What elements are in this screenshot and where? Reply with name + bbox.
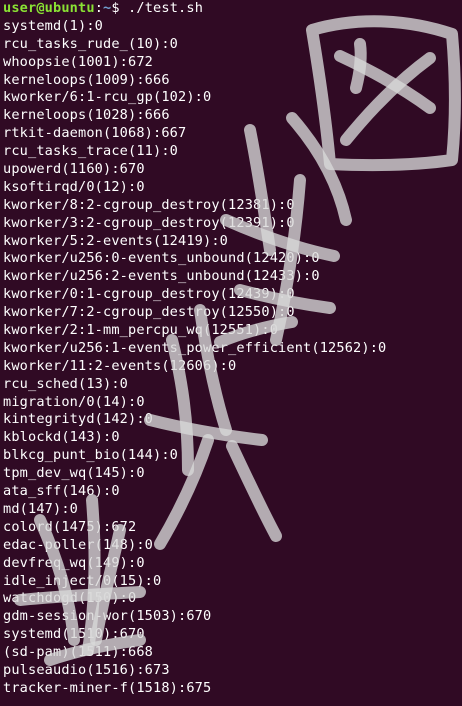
output-line: kworker/2:1-mm_percpu_wq(12551):0 (3, 322, 279, 339)
output-line: rcu_tasks_rude_(10):0 (3, 35, 179, 52)
output-line: tpm_dev_wq(145):0 (3, 465, 145, 482)
output-line: colord(1475):672 (3, 518, 137, 535)
output-line: rcu_sched(13):0 (3, 375, 129, 392)
output-line: migration/0(14):0 (3, 393, 145, 410)
output-line: kworker/6:1-rcu_gp(102):0 (3, 89, 212, 106)
output-line: upowerd(1160):670 (3, 161, 145, 178)
output-line: kworker/5:2-events(12419):0 (3, 232, 229, 249)
output-line: ksoftirqd/0(12):0 (3, 178, 145, 195)
output-line: kworker/7:2-cgroup_destroy(12550):0 (3, 304, 295, 321)
prompt-separator: : (94, 0, 104, 16)
output-line: kworker/3:2-cgroup_destroy(12391):0 (3, 214, 295, 231)
output-line: systemd(1):0 (3, 17, 104, 34)
output-line: kworker/u256:0-events_unbound(12420):0 (3, 250, 320, 267)
terminal-output: user@ubuntu:~$ ./test.sh systemd(1):0 rc… (3, 0, 462, 698)
output-line: pulseaudio(1516):673 (3, 661, 170, 678)
prompt-line: user@ubuntu:~$ ./test.sh (3, 0, 462, 18)
output-line: md(147):0 (3, 500, 79, 517)
prompt-symbol: $ (111, 0, 120, 16)
output-line: kintegrityd(142):0 (3, 411, 154, 428)
output-line: kworker/u256:2-events_unbound(12433):0 (3, 268, 320, 285)
output-line: devfreq_wq(149):0 (3, 554, 145, 571)
command-text: ./test.sh (119, 0, 204, 16)
output-line: kerneloops(1028):666 (3, 107, 170, 124)
output-line: kblockd(143):0 (3, 429, 120, 446)
output-line: kerneloops(1009):666 (3, 71, 170, 88)
output-line: (sd-pam)(1511):668 (3, 644, 154, 661)
output-line: kworker/0:1-cgroup_destroy(12439):0 (3, 286, 295, 303)
output-line: kworker/u256:1-events_power_efficient(12… (3, 339, 387, 356)
output-line: edac-poller(148):0 (3, 536, 154, 553)
output-line: rtkit-daemon(1068):667 (3, 125, 187, 142)
output-line: watchdogd(150):0 (3, 590, 137, 607)
prompt-user-host: user@ubuntu (3, 0, 95, 16)
output-line: rcu_tasks_trace(11):0 (3, 143, 179, 160)
terminal-window[interactable]: user@ubuntu:~$ ./test.sh systemd(1):0 rc… (0, 0, 462, 706)
output-line: blkcg_punt_bio(144):0 (3, 447, 179, 464)
output-line: systemd(1510):670 (3, 626, 145, 643)
output-line: kworker/8:2-cgroup_destroy(12381):0 (3, 196, 295, 213)
output-line: gdm-session-wor(1503):670 (3, 608, 212, 625)
output-line: kworker/11:2-events(12606):0 (3, 357, 237, 374)
output-line: ata_sff(146):0 (3, 483, 120, 500)
output-line: tracker-miner-f(1518):675 (3, 679, 212, 696)
output-line: whoopsie(1001):672 (3, 53, 154, 70)
output-line: idle_inject/0(15):0 (3, 572, 162, 589)
